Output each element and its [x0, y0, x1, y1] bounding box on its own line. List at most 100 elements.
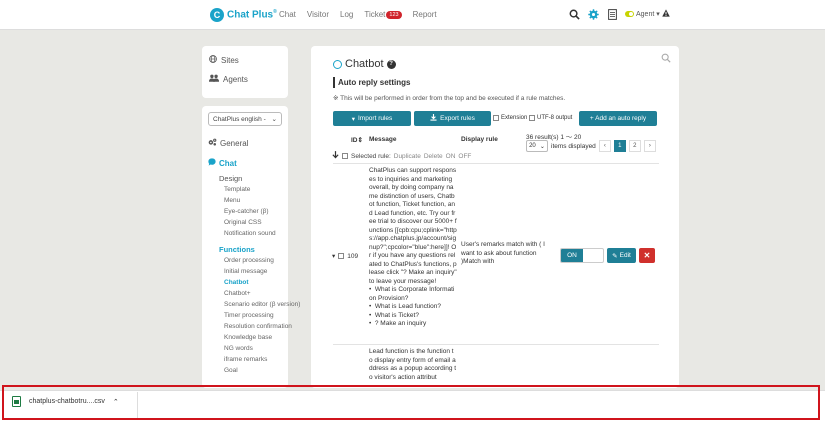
- row-toggle-on: ON: [561, 249, 583, 262]
- row-edit-button[interactable]: ✎ Edit: [607, 248, 636, 263]
- page-title-text: Chatbot: [345, 58, 384, 70]
- search-icon[interactable]: [568, 8, 580, 20]
- function-item-goal[interactable]: Goal: [224, 367, 238, 374]
- extension-label: Extension: [501, 115, 528, 121]
- bulk-action-row: Selected rule: Duplicate Delete ON OFF: [332, 151, 471, 161]
- top-right-tools: Agent ▾: [568, 8, 670, 20]
- nav-chat[interactable]: Chat: [279, 10, 296, 19]
- bulk-delete-button[interactable]: Delete: [424, 153, 443, 160]
- function-item-chatbot-plus[interactable]: Chatbot+: [224, 290, 251, 297]
- sidebar-label-agents: Agents: [223, 74, 248, 84]
- nav-report[interactable]: Report: [413, 10, 437, 19]
- row-delete-button[interactable]: ✕: [639, 248, 655, 263]
- page-next[interactable]: ›: [643, 140, 656, 152]
- top-navbar: C Chat Plus® Chat Visitor Log Ticket 123 …: [0, 0, 825, 30]
- chevron-down-icon: ⌄: [539, 143, 545, 150]
- order-note: ※ This will be performed in order from t…: [333, 95, 566, 102]
- warning-icon: [662, 9, 670, 19]
- function-item-initial-message[interactable]: Initial message: [224, 268, 267, 275]
- row-message: Lead function is the function to display…: [369, 348, 457, 381]
- sidebar-label-sites: Sites: [221, 55, 239, 65]
- agents-icon: [209, 74, 219, 84]
- agent-status[interactable]: Agent ▾: [625, 9, 670, 19]
- design-heading[interactable]: Design: [219, 174, 242, 183]
- selected-rule-label: Selected rule:: [351, 152, 391, 160]
- function-item-iframe-remarks[interactable]: iframe remarks: [224, 356, 267, 363]
- page-prev[interactable]: ‹: [598, 140, 611, 152]
- document-icon[interactable]: [606, 8, 618, 20]
- sidebar-item-agents[interactable]: Agents: [209, 74, 248, 84]
- help-icon[interactable]: ?: [386, 59, 396, 69]
- per-page-select[interactable]: 20 ⌄: [526, 140, 548, 152]
- sidebar-label-general: General: [220, 138, 249, 148]
- function-item-chatbot[interactable]: Chatbot: [224, 279, 249, 286]
- sort-icon: ⇕: [357, 137, 363, 144]
- utf8-checkbox-box: [529, 115, 535, 121]
- page-1[interactable]: 1: [613, 140, 626, 152]
- functions-heading[interactable]: Functions: [219, 245, 255, 254]
- select-all-checkbox[interactable]: [342, 153, 348, 159]
- gear-icon[interactable]: [587, 8, 599, 20]
- caret-down-icon: ▾: [351, 115, 355, 123]
- function-item-timer-processing[interactable]: Timer processing: [224, 312, 274, 319]
- add-auto-reply-button[interactable]: + Add an auto reply: [579, 111, 657, 126]
- chat-bubble-icon: [208, 158, 216, 168]
- utf8-checkbox[interactable]: UTF-8 output: [529, 115, 572, 121]
- extension-checkbox[interactable]: Extension: [493, 115, 527, 121]
- caret-down-icon[interactable]: ▾: [332, 252, 335, 260]
- arrow-down-icon: [332, 151, 339, 161]
- ticket-count-badge: 123: [386, 10, 402, 19]
- chevron-down-icon: ⌄: [271, 116, 277, 123]
- design-item-eye-catcher[interactable]: Eye-catcher (β): [224, 208, 269, 215]
- row-id: 109: [347, 252, 359, 260]
- chatbot-panel: Chatbot ? Auto reply settings ※ This wil…: [311, 46, 679, 388]
- sidebar-item-chat[interactable]: Chat: [208, 158, 237, 168]
- function-item-order-processing[interactable]: Order processing: [224, 257, 274, 264]
- site-select[interactable]: ChatPlus english - ⌄: [208, 112, 282, 126]
- panel-search-icon[interactable]: [661, 53, 671, 66]
- nav-log[interactable]: Log: [340, 10, 353, 19]
- sidebar-item-general[interactable]: General: [208, 138, 248, 148]
- export-rules-label: Export rules: [440, 115, 475, 122]
- function-item-resolution-confirmation[interactable]: Resolution confirmation: [224, 323, 292, 330]
- design-item-template[interactable]: Template: [224, 186, 250, 193]
- row-message: ChatPlus can support responses to inquir…: [369, 167, 457, 327]
- agent-online-toggle-icon: [625, 11, 634, 17]
- design-item-original-css[interactable]: Original CSS: [224, 219, 262, 226]
- column-header-display-rule: Display rule: [461, 136, 498, 143]
- pencil-icon: ✎: [612, 252, 618, 260]
- sidebar-item-sites[interactable]: Sites: [209, 55, 239, 65]
- design-item-notification-sound[interactable]: Notification sound: [224, 230, 276, 237]
- row-toggle[interactable]: ON: [560, 248, 604, 263]
- bulk-duplicate-button[interactable]: Duplicate: [394, 153, 421, 160]
- chatplus-logo[interactable]: C Chat Plus®: [210, 8, 277, 22]
- section-title: Auto reply settings: [333, 77, 410, 88]
- function-item-scenario-editor[interactable]: Scenario editor (β version): [224, 301, 300, 308]
- import-rules-label: Import rules: [357, 115, 393, 122]
- bulk-on-button[interactable]: ON: [446, 153, 456, 160]
- function-item-ng-words[interactable]: NG words: [224, 345, 253, 352]
- column-header-id[interactable]: ID⇕: [351, 136, 363, 144]
- close-icon: ✕: [643, 251, 651, 260]
- import-rules-button[interactable]: ▾ Import rules: [333, 111, 411, 126]
- table-divider: [333, 163, 659, 164]
- pagination: 20 ⌄ items displayed ‹ 1 2 ›: [526, 140, 656, 152]
- function-item-knowledge-base[interactable]: Knowledge base: [224, 334, 272, 341]
- export-rules-button[interactable]: Export rules: [414, 111, 491, 126]
- bulk-off-button[interactable]: OFF: [458, 153, 471, 160]
- column-header-message: Message: [369, 136, 397, 143]
- nav-ticket[interactable]: Ticket 123: [364, 10, 402, 19]
- row-edit-label: Edit: [619, 252, 631, 259]
- globe-icon: [209, 55, 217, 65]
- design-item-menu[interactable]: Menu: [224, 197, 240, 204]
- logo-registered-mark: ®: [273, 9, 277, 16]
- extension-checkbox-box: [493, 115, 499, 121]
- caret-down-icon: ▾: [656, 11, 660, 18]
- sidebar-account-card: Sites Agents: [202, 46, 288, 98]
- page-2[interactable]: 2: [628, 140, 641, 152]
- nav-visitor[interactable]: Visitor: [307, 10, 329, 19]
- row-checkbox[interactable]: [338, 253, 345, 259]
- utf8-label: UTF-8 output: [537, 115, 573, 121]
- site-select-value: ChatPlus english -: [213, 115, 266, 123]
- table-row-controls: ▾ 109: [332, 252, 359, 261]
